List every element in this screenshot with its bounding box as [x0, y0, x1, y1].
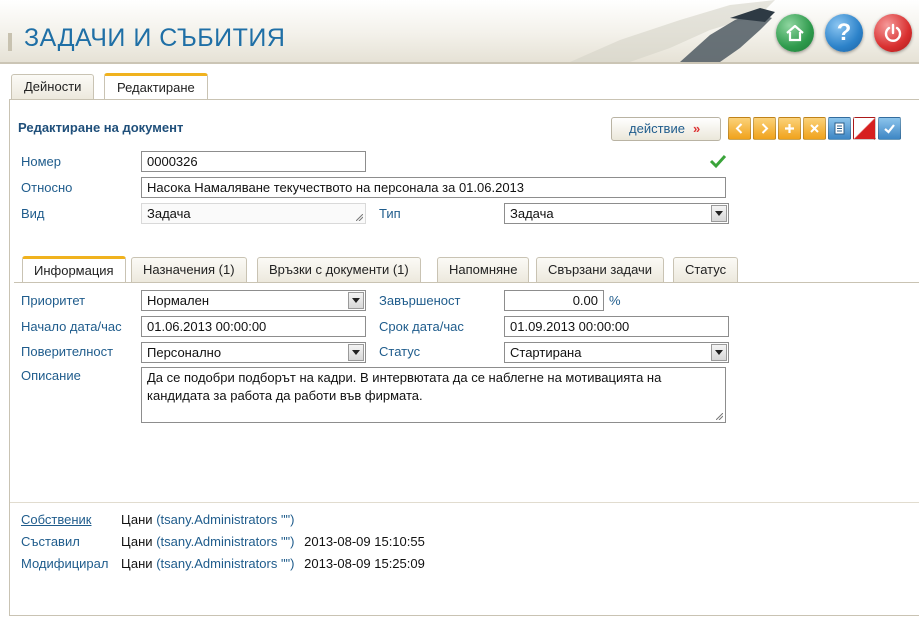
owner-link[interactable]: Собственик — [21, 512, 92, 527]
description-value: Да се подобри подборът на кадри. В интер… — [147, 370, 662, 403]
action-label: действие — [629, 121, 685, 136]
confidentiality-value: Персонално — [147, 345, 222, 360]
created-name: Цани — [121, 534, 153, 549]
add-button[interactable] — [778, 117, 801, 140]
chevron-down-icon[interactable] — [711, 344, 727, 361]
number-label: Номер — [21, 154, 62, 169]
previous-button[interactable] — [728, 117, 751, 140]
delete-icon — [810, 124, 819, 133]
created-label: Съставил — [21, 534, 80, 549]
home-icon — [786, 24, 804, 42]
type-value: Задача — [510, 206, 554, 221]
kind-value: Задача — [147, 206, 191, 221]
cancel-button[interactable] — [853, 117, 876, 140]
priority-select[interactable]: Нормален — [141, 290, 366, 311]
owner-row: Собственик — [21, 512, 92, 527]
subject-label: Относно — [21, 180, 73, 195]
resize-grip-icon[interactable] — [356, 214, 363, 221]
help-icon: ? — [836, 19, 852, 46]
document-title: Редактиране на документ — [18, 120, 184, 135]
inner-tab-line — [14, 282, 919, 283]
power-button[interactable] — [874, 14, 912, 52]
print-icon — [834, 122, 845, 135]
chevron-down-icon[interactable] — [348, 344, 364, 361]
resize-grip-icon[interactable] — [716, 413, 723, 420]
check-icon — [709, 154, 727, 169]
confirm-icon — [884, 124, 895, 134]
chevron-down-icon[interactable] — [711, 205, 727, 222]
chevron-left-icon — [735, 123, 743, 134]
owner-user: (tsany.Administrators "") — [156, 512, 295, 527]
modified-info: Цани (tsany.Administrators "") 2013-08-0… — [121, 556, 425, 571]
subject-field[interactable]: Насока Намаляване текучеството на персон… — [141, 177, 726, 198]
confidentiality-select[interactable]: Персонално — [141, 342, 366, 363]
modified-label: Модифицирал — [21, 556, 109, 571]
completion-label: Завършеност — [379, 293, 461, 308]
footer-separator — [10, 502, 919, 503]
tab-related-tasks[interactable]: Свързани задачи — [536, 257, 665, 283]
number-field[interactable]: 0000326 — [141, 151, 366, 172]
confirm-button[interactable] — [878, 117, 901, 140]
tab-activities[interactable]: Дейности — [11, 74, 95, 100]
tab-editing[interactable]: Редактиране — [104, 73, 208, 100]
modified-user: (tsany.Administrators "") — [156, 556, 295, 571]
chevron-right-icon — [761, 123, 769, 134]
percent-unit: % — [609, 293, 621, 308]
chevron-down-icon[interactable] — [348, 292, 364, 309]
type-label: Тип — [379, 206, 401, 221]
deadline-field[interactable]: 01.09.2013 00:00:00 — [504, 316, 729, 337]
tab-reminder[interactable]: Напомняне — [437, 257, 530, 283]
start-label: Начало дата/час — [21, 319, 122, 334]
kind-label: Вид — [21, 206, 45, 221]
completion-field[interactable]: 0.00 — [504, 290, 604, 311]
owner-info: Цани (tsany.Administrators "") — [121, 512, 295, 527]
header-bird-artwork — [570, 0, 775, 62]
start-date-field[interactable]: 01.06.2013 00:00:00 — [141, 316, 366, 337]
header-accent — [8, 33, 12, 51]
created-info: Цани (tsany.Administrators "") 2013-08-0… — [121, 534, 425, 549]
kind-field: Задача — [141, 203, 366, 224]
confidentiality-label: Поверителност — [21, 344, 114, 359]
created-user: (tsany.Administrators "") — [156, 534, 295, 549]
tab-information[interactable]: Информация — [22, 256, 126, 283]
action-button[interactable]: действие » — [611, 117, 721, 141]
description-textarea[interactable]: Да се подобри подборът на кадри. В интер… — [141, 367, 726, 423]
tab-document-links[interactable]: Връзки с документи (1) — [257, 257, 421, 283]
next-button[interactable] — [753, 117, 776, 140]
power-icon — [884, 23, 902, 42]
status-select[interactable]: Стартирана — [504, 342, 729, 363]
action-arrow-icon: » — [692, 121, 701, 136]
modified-time: 2013-08-09 15:25:09 — [304, 556, 425, 571]
priority-value: Нормален — [147, 293, 210, 308]
created-time: 2013-08-09 15:10:55 — [304, 534, 425, 549]
modified-name: Цани — [121, 556, 153, 571]
add-icon — [785, 124, 794, 133]
type-select[interactable]: Задача — [504, 203, 729, 224]
help-button[interactable]: ? — [825, 14, 863, 52]
home-button[interactable] — [776, 14, 814, 52]
cancel-icon — [857, 121, 872, 136]
description-label: Описание — [21, 368, 81, 383]
print-button[interactable] — [828, 117, 851, 140]
owner-name: Цани — [121, 512, 153, 527]
app-title: ЗАДАЧИ И СЪБИТИЯ — [24, 24, 286, 52]
delete-button[interactable] — [803, 117, 826, 140]
app-header: ЗАДАЧИ И СЪБИТИЯ ? — [0, 0, 919, 64]
tab-status[interactable]: Статус — [673, 257, 739, 283]
deadline-label: Срок дата/час — [379, 319, 464, 334]
status-value: Стартирана — [510, 345, 582, 360]
status-label: Статус — [379, 344, 421, 359]
tab-assignments[interactable]: Назначения (1) — [131, 257, 247, 283]
priority-label: Приоритет — [21, 293, 86, 308]
